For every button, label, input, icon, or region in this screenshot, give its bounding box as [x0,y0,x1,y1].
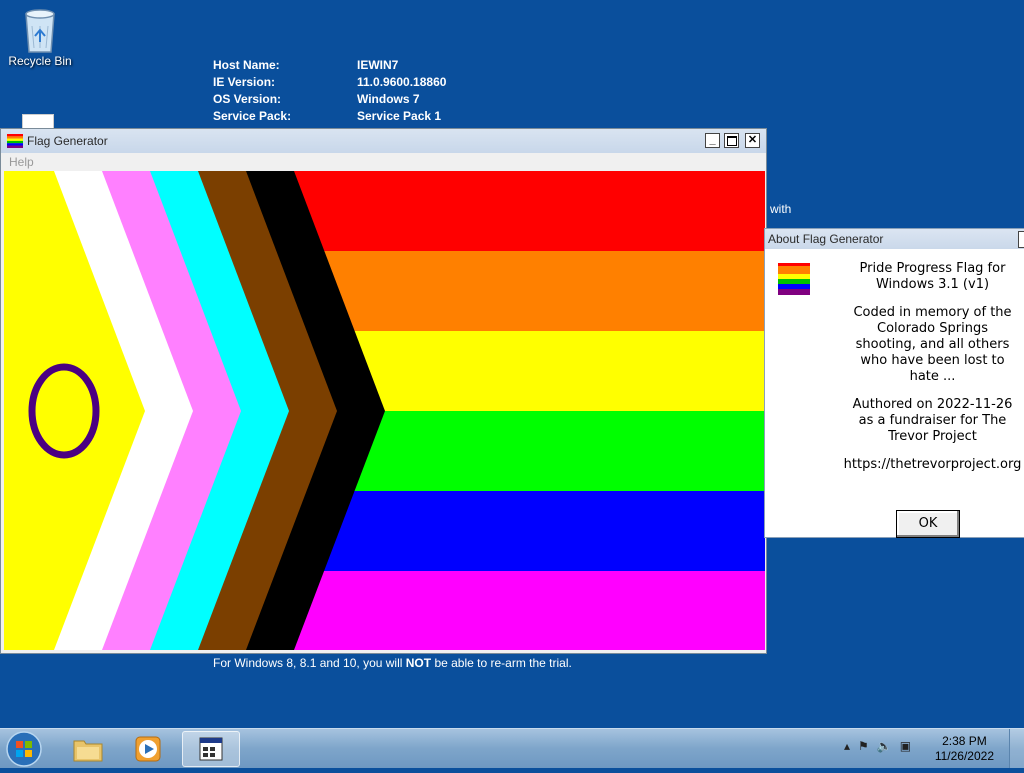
info-row: Host Name: IEWIN7 [213,57,446,74]
rainbow-flag-icon [7,134,23,148]
info-key: OS Version: [213,92,282,106]
footer-text-bold: NOT [405,656,432,670]
flag-window-menubar: Help [1,153,766,171]
about-dialog-titlebar[interactable]: About Flag Generator [765,229,1024,249]
about-dialog: About Flag Generator Pride Progress Flag… [764,228,1024,538]
start-button[interactable] [4,730,44,768]
media-player-icon [135,736,161,762]
about-line-url: https://thetrevorproject.org [843,457,1022,472]
system-info: Host Name: IEWIN7 IE Version: 11.0.9600.18… [213,57,446,125]
maximize-icon [726,136,737,146]
info-key: IE Version: [213,75,276,89]
recycle-bin[interactable]: Recycle Bin [0,6,80,68]
about-dialog-title: About Flag Generator [768,232,884,246]
taskbar-clock[interactable]: 2:38 PM 11/26/2022 [935,734,994,764]
flag-generator-window: Flag Generator _ ✕ Help [0,128,767,654]
menu-help[interactable]: Help [9,155,34,169]
recycle-bin-label: Recycle Bin [8,54,72,68]
tray-expand-icon[interactable]: ▴ [844,739,850,753]
info-value: 11.0.9600.18860 [357,75,447,89]
footer-text-post: be able to re-arm the trial. [431,656,572,670]
network-icon[interactable]: ▣ [900,739,911,753]
show-desktop-button[interactable] [1009,729,1024,768]
about-line-title: Pride Progress Flag for Windows 3.1 (v1) [859,261,1006,292]
info-key: Host Name: [213,58,280,72]
minimize-button[interactable]: _ [705,133,720,148]
volume-icon[interactable]: 🔈 [877,739,892,753]
ok-button[interactable]: OK [896,510,960,538]
info-value: Service Pack 1 [357,109,442,123]
about-dialog-body: Pride Progress Flag for Windows 3.1 (v1)… [765,249,1024,538]
system-tray: ▴ ⚑ 🔈 ▣ [844,739,911,753]
rainbow-flag-icon [778,263,810,295]
windows-start-icon [6,731,42,767]
taskbar-explorer[interactable] [60,731,116,767]
info-value: Windows 7 [357,92,420,106]
info-key: Service Pack: [213,109,292,123]
progress-pride-flag [4,171,765,650]
info-row: OS Version: Windows 7 [213,91,446,108]
taskbar-media-player[interactable] [120,731,176,767]
about-line-authored: Authored on 2022-11-26 as a fundraiser f… [852,397,1013,444]
tray-action-center-icon[interactable]: ⚑ [858,739,869,753]
info-row: Service Pack: Service Pack 1 [213,108,446,125]
taskbar-flag-generator[interactable] [182,731,240,767]
info-value: IEWIN7 [357,58,399,72]
close-button[interactable]: ✕ [745,133,760,148]
about-message: Pride Progress Flag for Windows 3.1 (v1)… [844,261,1022,485]
about-line-memory: Coded in memory of the Colorado Springs … [853,305,1012,384]
clock-time: 2:38 PM [942,734,987,748]
flag-window-titlebar[interactable]: Flag Generator _ ✕ [1,129,766,153]
about-dialog-titlebar-button[interactable] [1018,231,1024,248]
background-partial-text: with [770,202,792,216]
folder-icon [73,740,103,762]
background-footer-text: For Windows 8, 8.1 and 10, you will NOT … [213,656,572,670]
info-row: IE Version: 11.0.9600.18860 [213,74,446,91]
footer-text-pre: For Windows 8, 8.1 and 10, you will [213,656,406,670]
program-window-icon [199,737,223,761]
recycle-bin-icon [25,9,55,53]
maximize-button[interactable] [724,133,739,148]
taskbar: ▴ ⚑ 🔈 ▣ 2:38 PM 11/26/2022 [0,728,1024,768]
clock-date: 11/26/2022 [934,749,994,763]
flag-window-title: Flag Generator [27,134,108,148]
